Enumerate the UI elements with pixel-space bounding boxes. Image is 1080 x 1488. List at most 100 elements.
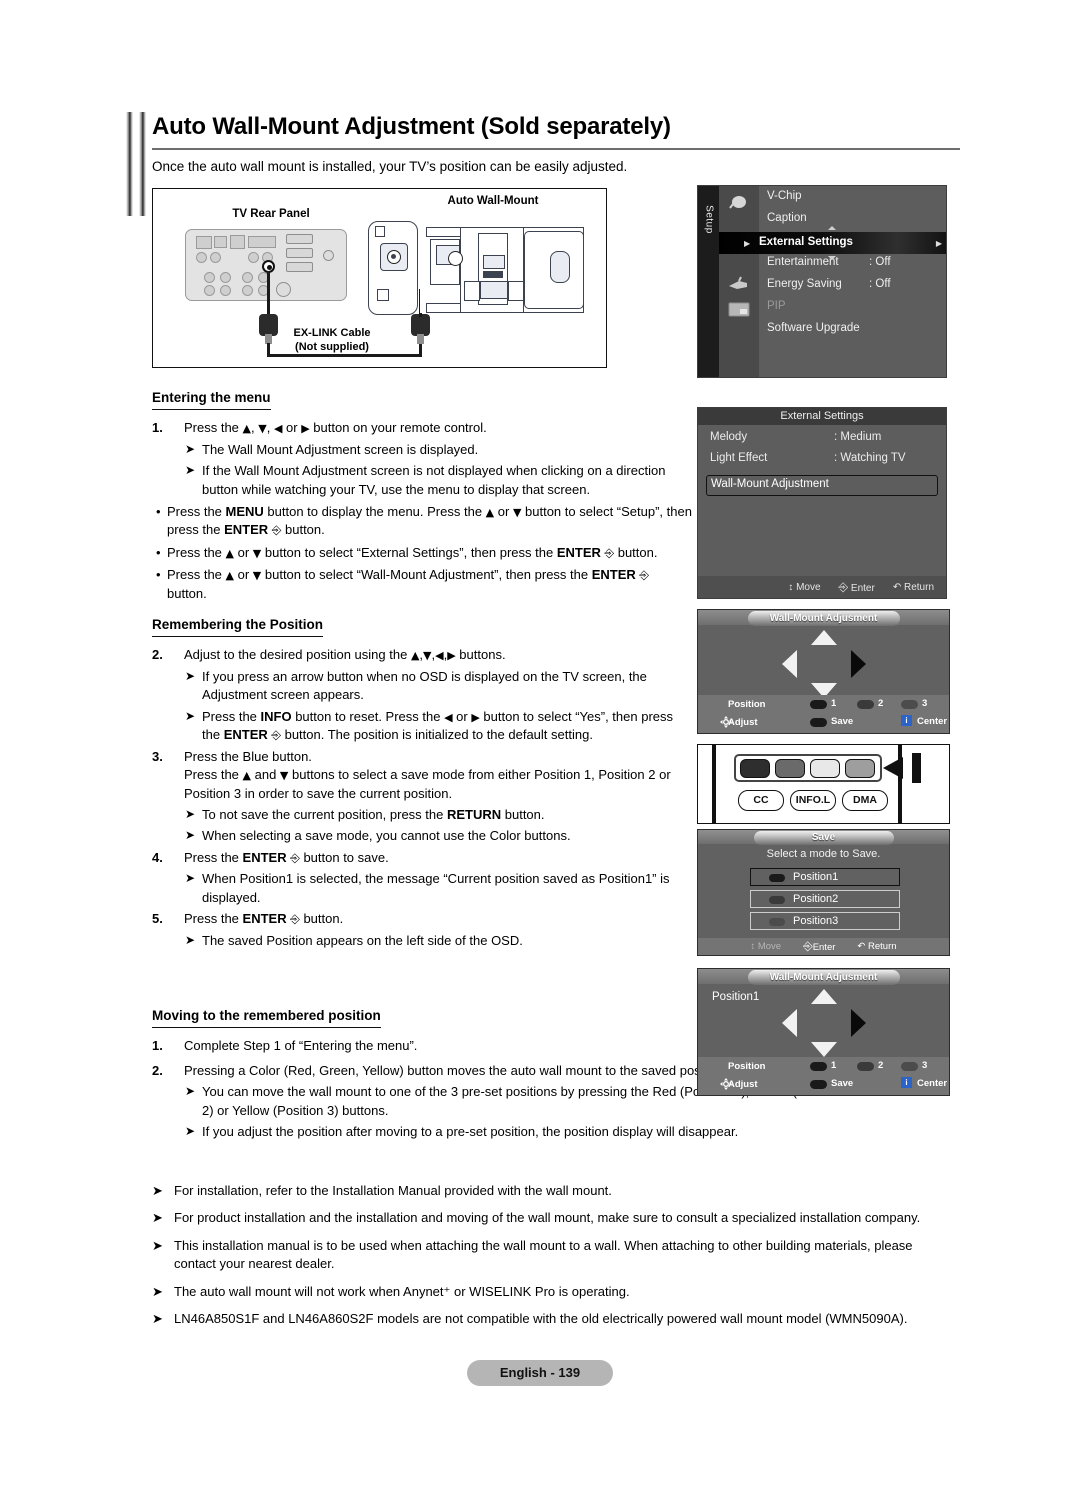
notes-list: ➤ For installation, refer to the Install… (152, 1182, 927, 1338)
input-hand-icon (727, 274, 751, 294)
dma-button[interactable]: DMA (842, 790, 888, 811)
bullet-marker-icon: • (156, 567, 161, 583)
osd-row-light-effect[interactable]: Light Effect : Watching TV (706, 452, 938, 473)
position-label: Position (728, 699, 766, 710)
osd-row-melody[interactable]: Melody : Medium (706, 431, 938, 452)
osd-setup-tab[interactable]: Setup (698, 186, 719, 377)
osd-wall-mount-adjustment-2: Wall-Mount Adjusment Position 1 Position … (697, 968, 950, 1096)
arrow-left-icon[interactable] (781, 650, 797, 678)
section-heading-moving: Moving to the remembered position (152, 1006, 381, 1029)
position-number-3: 3 (922, 1060, 928, 1071)
return-hint: ↶ Return (892, 581, 934, 593)
note-text: For product installation and the install… (174, 1210, 921, 1226)
left-caret-icon: ▶ (744, 239, 751, 248)
bullet-marker-icon: • (156, 544, 161, 560)
note-text: For installation, refer to the Installat… (174, 1183, 612, 1198)
color-button-green-icon[interactable] (857, 700, 874, 709)
connection-diagram: TV Rear Panel Auto Wall-Mount EX-LINK Ca… (152, 188, 607, 368)
step-item: 1. Press the ▲, ▼, ◀ or ▶ button on your… (152, 419, 692, 437)
color-button-green[interactable] (775, 759, 805, 778)
sub-note-text: If you press an arrow button when no OSD… (202, 668, 647, 703)
return-hint: ↶ Return (857, 941, 897, 952)
info-icon[interactable]: i (901, 1077, 912, 1088)
color-button-blue[interactable] (845, 759, 875, 778)
note-item: ➤ LN46A850S1F and LN46A860S2F models are… (152, 1310, 927, 1328)
osd-setup-menu: Setup V-Chip Caption Entertainment: Off… (697, 185, 947, 378)
step-text: Adjust to the desired position using the… (184, 647, 506, 663)
step-text: Press the ENTER ⎆ button to save. (184, 849, 389, 865)
note-marker-icon: ➤ (152, 1283, 163, 1299)
arrow-up-icon[interactable] (810, 630, 837, 645)
margin-decoration (126, 112, 148, 216)
arrow-left-icon[interactable] (781, 1009, 797, 1037)
save-label: Save (831, 1078, 854, 1089)
arrow-right-icon[interactable] (850, 650, 866, 678)
osd-menu-row[interactable]: Energy Saving : Off (759, 274, 946, 296)
tv-rear-panel-label: TV Rear Panel (232, 208, 310, 220)
osd-save-panel: Save Select a mode to Save. Position1 Po… (697, 829, 950, 956)
note-marker-icon: ➤ (152, 1210, 163, 1226)
sub-note: ➤ The saved Position appears on the left… (185, 932, 692, 950)
panel-title-pill: Save (753, 831, 894, 845)
move-hint-label: Move (796, 581, 821, 593)
note-marker-icon: ➤ (185, 463, 196, 478)
color-button-red[interactable] (740, 759, 770, 778)
panel-title-pill: Wall-Mount Adjusment (747, 611, 900, 626)
step-number: 2. (152, 1062, 163, 1078)
sub-note: ➤ To not save the current position, pres… (185, 806, 692, 824)
save-option-label: Position3 (793, 915, 839, 927)
cable-label-line1: EX-LINK Cable (293, 327, 371, 339)
bullet-item: • Press the MENU button to display the m… (156, 503, 692, 540)
arrow-right-icon[interactable] (850, 1009, 866, 1037)
osd-menu-row[interactable]: Caption (759, 208, 946, 230)
osd-menu-row-label: V-Chip (767, 190, 802, 202)
cc-button[interactable]: CC (738, 790, 784, 811)
color-button-yellow[interactable] (810, 759, 840, 778)
note-item: ➤ For installation, refer to the Install… (152, 1182, 927, 1200)
osd-row-value: : Medium (834, 431, 882, 443)
osd-external-settings-list: Melody : Medium Light Effect : Watching … (706, 431, 938, 572)
callout-pointer-icon (883, 757, 903, 779)
color-button-yellow-icon[interactable] (901, 1062, 918, 1071)
bullet-text: Press the ▲ or ▼ button to select “Wall-… (167, 567, 650, 601)
osd-row-wall-mount-adjustment-selected[interactable]: Wall-Mount Adjustment (706, 475, 938, 496)
osd-row-value: : Watching TV (834, 452, 906, 464)
color-button-red-icon[interactable] (810, 700, 827, 709)
note-marker-icon: ➤ (185, 708, 196, 723)
info-button[interactable]: INFO.L (790, 790, 836, 811)
manual-page: Auto Wall-Mount Adjustment (Sold separat… (0, 0, 1080, 1488)
note-marker-icon: ➤ (185, 828, 196, 843)
color-button-red-icon[interactable] (810, 1062, 827, 1071)
color-button-blue-icon[interactable] (810, 718, 827, 727)
save-option-position2[interactable]: Position2 (750, 890, 900, 908)
osd-menu-row[interactable]: Software Upgrade (759, 318, 946, 340)
step-text: Press the Blue button. Press the ▲ and ▼ … (184, 748, 671, 801)
sub-note: ➤ If you press an arrow button when no O… (185, 668, 692, 705)
step-item: 4. Press the ENTER ⎆ button to save. (152, 849, 692, 867)
scroll-down-indicator-icon (828, 256, 836, 260)
osd-menu-row[interactable]: Entertainment : Off (759, 252, 946, 274)
sub-note: ➤ When Position1 is selected, the messag… (185, 870, 692, 907)
step-number: 3. (152, 748, 163, 764)
osd-setup-tab-label: Setup (703, 205, 715, 234)
intro-text: Once the auto wall mount is installed, y… (152, 159, 628, 174)
color-button-yellow-icon[interactable] (901, 700, 918, 709)
save-option-label: Position1 (793, 871, 839, 883)
margin-bar-right (139, 112, 146, 216)
info-icon[interactable]: i (901, 715, 912, 726)
color-button-green-icon[interactable] (857, 1062, 874, 1071)
arrow-up-icon[interactable] (810, 989, 837, 1004)
osd-highlighted-row[interactable]: ▶ External Settings ▶ (719, 232, 946, 254)
color-button-blue-icon[interactable] (810, 1080, 827, 1089)
sub-note-text: The Wall Mount Adjustment screen is disp… (202, 441, 479, 457)
osd-menu-list: V-Chip Caption Entertainment : Off Energ… (759, 186, 946, 377)
section-heading-entering-menu: Entering the menu (152, 388, 271, 411)
panel-footer: Position 1 2 3 Adjust Save i Center (698, 695, 949, 733)
right-caret-icon: ▶ (935, 239, 942, 248)
save-option-position1[interactable]: Position1 (750, 868, 900, 886)
note-item: ➤ The auto wall mount will not work when… (152, 1283, 927, 1301)
osd-menu-row[interactable]: V-Chip (759, 186, 946, 208)
margin-bar-left (126, 112, 133, 216)
save-option-position3[interactable]: Position3 (750, 912, 900, 930)
arrow-down-icon[interactable] (810, 1042, 837, 1057)
